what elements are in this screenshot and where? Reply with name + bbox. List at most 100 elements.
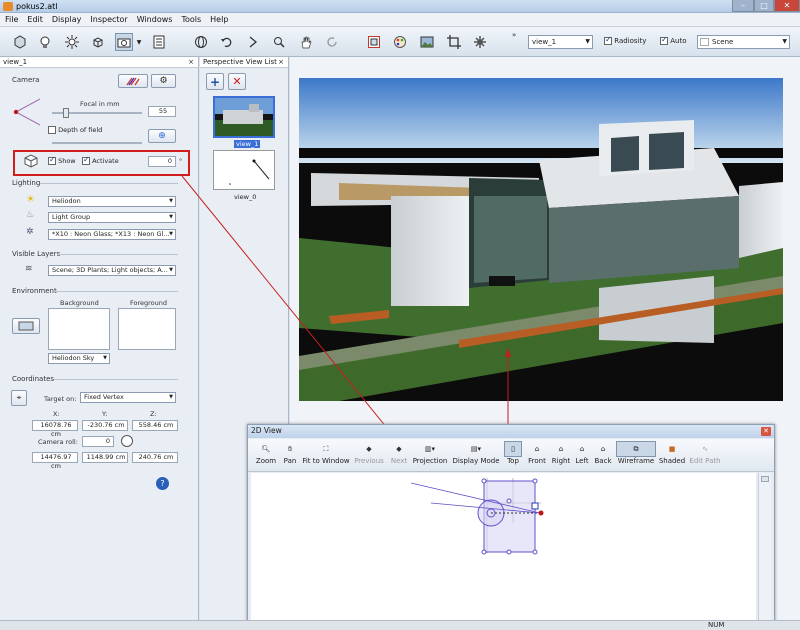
environment-section-title: Environment: [12, 287, 57, 295]
toolbar-overflow-icon[interactable]: »: [512, 31, 516, 39]
view-2d-canvas[interactable]: [251, 473, 756, 627]
vertical-scrollbar[interactable]: [758, 473, 771, 623]
bulb-icon: [40, 36, 50, 48]
activate-checkbox[interactable]: [82, 155, 90, 165]
environment-image-button[interactable]: [12, 318, 40, 334]
select-tool-button[interactable]: [11, 33, 29, 51]
menu-windows[interactable]: Windows: [132, 13, 177, 24]
radiosity-toggle[interactable]: Radiosity: [604, 35, 646, 45]
fit-window-button[interactable]: ⛶ Fit to Window: [302, 441, 350, 466]
front-view-button[interactable]: ⌂ Front: [526, 441, 548, 465]
menu-tools[interactable]: Tools: [176, 13, 205, 24]
view-label-1[interactable]: view_1: [234, 140, 261, 148]
walk-button[interactable]: [244, 33, 262, 51]
layers-select[interactable]: Scene; 3D Plants; Light objects; A... ▼: [48, 265, 176, 276]
object-tool-button[interactable]: [89, 33, 107, 51]
shaded-button[interactable]: ■ Shaded: [658, 441, 686, 465]
show-checkbox[interactable]: [48, 155, 56, 165]
zoom-2d-button[interactable]: 🔍︎ Zoom: [254, 441, 278, 465]
pan-label: Pan: [283, 457, 297, 465]
next-button[interactable]: ◆ Next: [388, 441, 410, 465]
camera-color-button[interactable]: [118, 74, 148, 88]
target-mode-button[interactable]: ⌖: [11, 390, 27, 406]
menu-file[interactable]: File: [0, 13, 22, 24]
target-button[interactable]: ⊕: [148, 129, 176, 143]
dof-slider[interactable]: [52, 142, 142, 144]
wireframe-button[interactable]: ⧉ Wireframe: [616, 441, 656, 465]
y-input[interactable]: -230.76 cm: [82, 420, 128, 431]
close-icon[interactable]: ×: [188, 57, 194, 67]
auto-checkbox[interactable]: [660, 35, 668, 45]
camera-dropdown-button[interactable]: ▼: [134, 33, 144, 51]
pan-button[interactable]: ✋︎ Pan: [280, 441, 300, 466]
menu-help[interactable]: Help: [205, 13, 232, 24]
maximize-button[interactable]: □: [754, 0, 774, 12]
previous-button[interactable]: ◆ Previous: [352, 441, 386, 465]
delete-view-button[interactable]: ✕: [228, 73, 246, 90]
lights-select[interactable]: *X10 : Neon Glass; *X13 : Neon Gl... ▼: [48, 229, 176, 240]
menu-display[interactable]: Display: [47, 13, 86, 24]
target-z-input[interactable]: 240.76 cm: [132, 452, 178, 463]
view-thumbnail-0[interactable]: [213, 150, 275, 190]
heliodon-select[interactable]: Heliodon ▼: [48, 196, 176, 207]
focal-input[interactable]: 55: [148, 106, 176, 117]
display-mode-button[interactable]: ▤▾ Display Mode: [452, 441, 500, 465]
panel-tool-button[interactable]: [150, 33, 168, 51]
back-view-button[interactable]: ⌂ Back: [593, 441, 613, 465]
settings-button[interactable]: [471, 33, 489, 51]
view-select[interactable]: view_1 ▼: [528, 35, 593, 49]
roll-input[interactable]: 0: [82, 436, 114, 447]
x-input[interactable]: 16078.76 cm: [32, 420, 78, 438]
refresh-button[interactable]: [323, 33, 341, 51]
help-icon[interactable]: ?: [156, 477, 169, 490]
projection-button[interactable]: ▥▾ Projection: [412, 441, 448, 465]
target-select[interactable]: Fixed Vertex ▼: [80, 392, 176, 403]
dialog-close-button[interactable]: ✕: [761, 427, 771, 436]
focal-slider-thumb[interactable]: [63, 108, 69, 118]
angle-input[interactable]: 0: [148, 156, 176, 167]
activate-toggle[interactable]: Activate: [82, 155, 119, 165]
scene-select[interactable]: Scene ▼: [697, 35, 790, 49]
dof-toggle[interactable]: Depth of field: [48, 126, 102, 134]
light-tool-button[interactable]: [36, 33, 54, 51]
scroll-thumb[interactable]: [761, 476, 769, 482]
top-view-button[interactable]: ▯ Top: [504, 441, 522, 465]
light-group-select[interactable]: Light Group ▼: [48, 212, 176, 223]
foreground-swatch[interactable]: [118, 308, 176, 350]
undo-button[interactable]: [218, 33, 236, 51]
zoom-button[interactable]: [270, 33, 288, 51]
left-view-button[interactable]: ⌂ Left: [573, 441, 591, 465]
close-icon[interactable]: ×: [278, 57, 284, 67]
close-button[interactable]: ✕: [774, 0, 800, 12]
palette-button[interactable]: [391, 33, 409, 51]
sky-select[interactable]: Heliodon Sky ▼: [48, 353, 110, 364]
edit-path-button[interactable]: ∿ Edit Path: [688, 441, 722, 465]
rendered-3d-view[interactable]: [299, 78, 783, 401]
menu-inspector[interactable]: Inspector: [85, 13, 131, 24]
projection-icon: ▥▾: [424, 445, 436, 453]
render-button[interactable]: [418, 33, 436, 51]
target-x-input[interactable]: 14476.97 cm: [32, 452, 78, 470]
sun-tool-button[interactable]: [63, 33, 81, 51]
roll-dial[interactable]: [121, 435, 133, 447]
frame-button[interactable]: [365, 33, 383, 51]
view-thumbnail-1[interactable]: [213, 96, 275, 138]
orbit-button[interactable]: [192, 33, 210, 51]
show-toggle[interactable]: Show: [48, 155, 76, 165]
minimize-button[interactable]: –: [732, 0, 754, 12]
hand-button[interactable]: [297, 33, 315, 51]
background-swatch[interactable]: [48, 308, 110, 350]
add-view-button[interactable]: +: [206, 73, 224, 90]
z-input[interactable]: 558.46 cm: [132, 420, 178, 431]
target-y-input[interactable]: 1148.99 cm: [82, 452, 128, 463]
menu-edit[interactable]: Edit: [22, 13, 47, 24]
camera-tool-button[interactable]: [115, 33, 133, 51]
palette-icon: [394, 36, 406, 48]
radiosity-checkbox[interactable]: [604, 35, 612, 45]
dof-checkbox[interactable]: [48, 126, 56, 134]
auto-toggle[interactable]: Auto: [660, 35, 687, 45]
crop-button[interactable]: [445, 33, 463, 51]
view-label-0[interactable]: view_0: [234, 193, 256, 201]
right-view-button[interactable]: ⌂ Right: [550, 441, 572, 465]
camera-settings-button[interactable]: ⚙: [151, 74, 176, 88]
